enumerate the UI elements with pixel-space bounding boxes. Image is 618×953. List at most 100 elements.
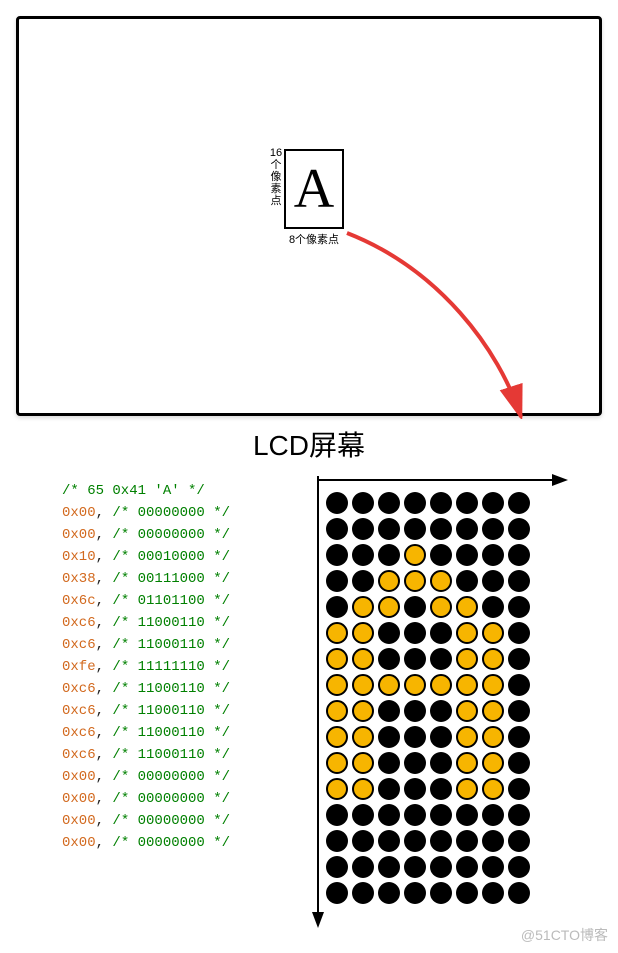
dot-off [352, 518, 374, 540]
dot-off [352, 544, 374, 566]
dot-off [482, 492, 504, 514]
dot-off [378, 830, 400, 852]
dot-off [508, 674, 530, 696]
dot-off [508, 882, 530, 904]
dot-off [482, 596, 504, 618]
dot-on [404, 570, 426, 592]
dot-off [430, 622, 452, 644]
dot-off [508, 752, 530, 774]
dot-off [326, 830, 348, 852]
dot-off [430, 492, 452, 514]
dot-on [456, 622, 478, 644]
dot-on [352, 752, 374, 774]
lcd-title: LCD屏幕 [16, 424, 602, 464]
dot-off [456, 492, 478, 514]
dot-on [482, 752, 504, 774]
dot-on [482, 700, 504, 722]
dot-on [326, 778, 348, 800]
dot-on [352, 726, 374, 748]
dot-on [430, 570, 452, 592]
dot-row [324, 594, 532, 620]
dot-off [378, 726, 400, 748]
dot-off [326, 596, 348, 618]
dot-off [378, 544, 400, 566]
dot-off [378, 752, 400, 774]
dot-row [324, 828, 532, 854]
dot-off [404, 518, 426, 540]
dot-on [352, 622, 374, 644]
dot-off [404, 856, 426, 878]
dot-matrix [324, 490, 532, 906]
dot-row [324, 672, 532, 698]
dot-on [378, 570, 400, 592]
dot-off [378, 882, 400, 904]
dot-on [456, 596, 478, 618]
dot-row [324, 516, 532, 542]
dot-off [456, 882, 478, 904]
dot-off [326, 570, 348, 592]
character-box: A [284, 149, 344, 229]
dot-off [404, 648, 426, 670]
dot-off [404, 830, 426, 852]
dot-on [352, 648, 374, 670]
dot-off [508, 856, 530, 878]
dot-off [456, 830, 478, 852]
dot-row [324, 568, 532, 594]
dot-off [430, 518, 452, 540]
dot-on [352, 596, 374, 618]
dot-row [324, 750, 532, 776]
dot-on [404, 544, 426, 566]
dot-off [404, 882, 426, 904]
dot-off [508, 596, 530, 618]
dot-off [508, 492, 530, 514]
dot-off [456, 544, 478, 566]
dot-off [430, 700, 452, 722]
dot-row [324, 802, 532, 828]
x-axis-icon [314, 470, 574, 490]
dot-on [352, 674, 374, 696]
dot-off [404, 726, 426, 748]
dot-on [326, 648, 348, 670]
dot-off [482, 830, 504, 852]
dot-off [378, 804, 400, 826]
dot-off [482, 856, 504, 878]
dot-off [404, 778, 426, 800]
watermark: @51CTO博客 [521, 925, 608, 945]
dot-off [482, 804, 504, 826]
dot-off [508, 778, 530, 800]
dot-off [430, 648, 452, 670]
dot-off [326, 544, 348, 566]
dot-off [352, 830, 374, 852]
dot-on [456, 778, 478, 800]
dot-off [378, 622, 400, 644]
dot-off [508, 648, 530, 670]
dot-off [430, 856, 452, 878]
dot-on [378, 674, 400, 696]
dot-on [326, 622, 348, 644]
dot-off [352, 570, 374, 592]
dot-off [508, 622, 530, 644]
dot-off [404, 700, 426, 722]
dot-off [430, 778, 452, 800]
dot-off [326, 804, 348, 826]
dot-off [404, 752, 426, 774]
dot-on [352, 778, 374, 800]
dot-off [352, 804, 374, 826]
dot-off [456, 570, 478, 592]
dot-on [482, 778, 504, 800]
dot-on [456, 752, 478, 774]
dot-off [508, 570, 530, 592]
dot-on [326, 700, 348, 722]
dot-off [456, 518, 478, 540]
dot-on [430, 596, 452, 618]
dot-on [326, 674, 348, 696]
dot-off [508, 804, 530, 826]
dot-off [378, 856, 400, 878]
dot-off [326, 518, 348, 540]
dot-off [508, 518, 530, 540]
dot-off [482, 518, 504, 540]
dot-off [326, 882, 348, 904]
dot-off [378, 518, 400, 540]
dot-off [508, 544, 530, 566]
lcd-screen: 16个像素点 A 8个像素点 [16, 16, 602, 416]
